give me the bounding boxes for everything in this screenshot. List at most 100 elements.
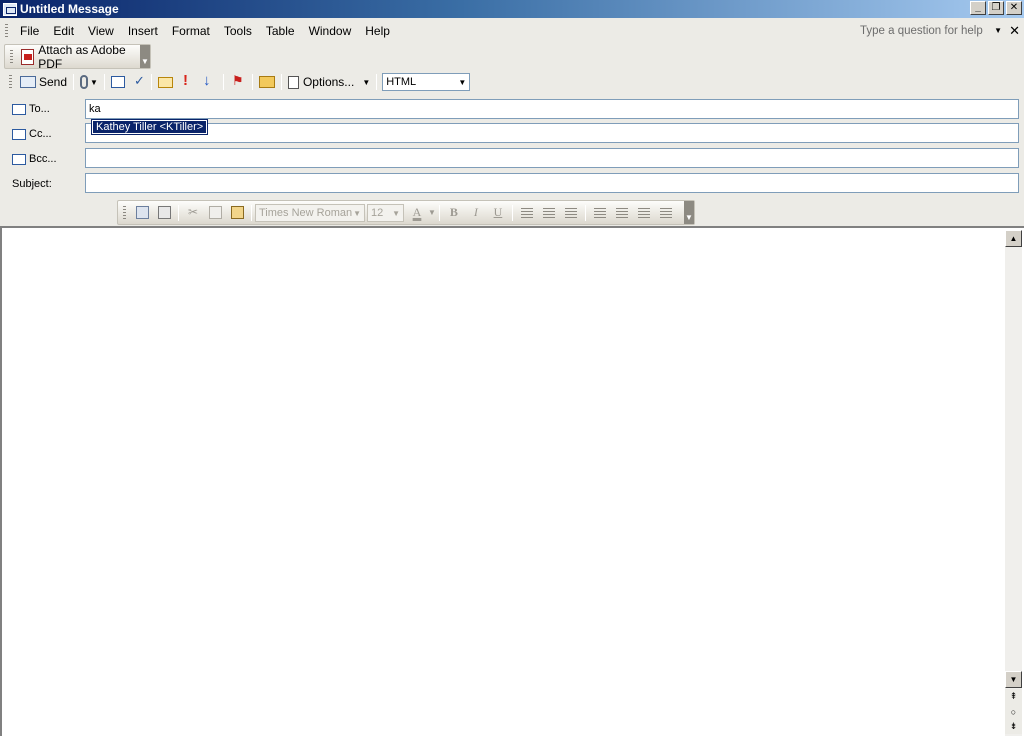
attach-as-pdf-label: Attach as Adobe PDF [38,42,126,71]
message-format-select[interactable]: HTML ▼ [382,73,471,91]
check-names-icon [131,73,145,89]
toolbar-options-chevron-icon[interactable]: ▼ [140,45,150,68]
message-format-value: HTML [386,76,417,88]
align-left-icon [520,207,533,218]
message-body-editor[interactable] [0,226,1024,736]
attach-as-pdf-button[interactable]: Attach as Adobe PDF [18,43,150,71]
underline-button[interactable]: U [487,205,509,220]
window-controls: _ ❐ ✕ [970,1,1022,15]
minimize-button[interactable]: _ [970,1,986,15]
numbering-button[interactable] [589,206,611,220]
help-dropdown-icon[interactable]: ▼ [994,26,1002,35]
to-label: To... [29,103,50,115]
print-button[interactable] [153,206,175,220]
scroll-down-icon[interactable]: ▼ [1005,671,1022,688]
signature-button[interactable] [155,72,176,92]
menu-edit[interactable]: Edit [46,21,81,41]
paste-button[interactable] [226,206,248,220]
bullets-icon [615,207,628,218]
cc-button[interactable]: Cc... [12,125,52,143]
options-button[interactable]: Options... ▼ [285,72,373,92]
align-left-button[interactable] [516,206,538,220]
address-book-icon [12,103,26,115]
cc-label: Cc... [29,128,52,140]
formatting-toolbar-grip[interactable] [123,205,126,220]
print-icon [157,206,171,219]
permission-button[interactable] [256,72,278,92]
address-book-icon [12,153,26,165]
align-center-button[interactable] [538,206,560,220]
bcc-button[interactable]: Bcc... [12,150,57,168]
font-name-dropdown-icon[interactable]: ▼ [353,209,361,218]
send-button[interactable]: Send [17,72,70,92]
select-browse-object-icon[interactable]: ○ [1005,704,1022,719]
next-page-icon[interactable]: ⇟ [1005,719,1022,734]
increase-indent-button[interactable] [655,206,677,220]
importance-high-button[interactable] [176,72,198,92]
menu-format[interactable]: Format [165,21,217,41]
toolbar-separator [280,74,282,90]
copy-icon [208,206,222,219]
increase-indent-icon [659,207,672,218]
subject-field[interactable] [85,173,1019,193]
toolbar-separator [251,204,252,221]
follow-up-flag-button[interactable] [227,72,249,92]
previous-page-icon[interactable]: ⇞ [1005,689,1022,704]
to-button[interactable]: To... [12,100,50,118]
font-size-select[interactable]: 12 ▼ [367,203,404,222]
decrease-indent-icon [637,207,650,218]
bullets-button[interactable] [611,206,633,220]
menu-view[interactable]: View [81,21,121,41]
to-field[interactable]: ka [85,99,1019,119]
menu-tools[interactable]: Tools [217,21,259,41]
font-size-dropdown-icon[interactable]: ▼ [392,209,400,218]
menu-file[interactable]: File [13,21,46,41]
menu-insert[interactable]: Insert [121,21,165,41]
cut-icon[interactable]: ✂ [182,205,204,220]
font-size-value: 12 [371,206,384,219]
bcc-label: Bcc... [29,153,57,165]
font-color-dropdown-icon[interactable]: ▼ [428,208,436,217]
font-name-value: Times New Roman [259,206,353,219]
check-names-button[interactable] [128,72,148,92]
restore-button[interactable]: ❐ [988,1,1004,15]
font-name-select[interactable]: Times New Roman ▼ [255,203,365,222]
vertical-scrollbar[interactable]: ▲ ▼ ⇞ ○ ⇟ [1005,230,1022,736]
save-icon [135,206,149,219]
importance-low-icon [201,72,217,90]
options-dropdown-icon[interactable]: ▼ [362,78,370,87]
menu-bar-grip[interactable] [5,23,8,38]
address-book-button[interactable] [108,72,128,92]
toolbar-separator [103,74,105,90]
copy-button[interactable] [204,206,226,220]
importance-low-button[interactable] [198,72,220,92]
help-question-box[interactable]: Type a question for help ▼ [854,22,1004,39]
menu-table[interactable]: Table [259,21,302,41]
autocomplete-suggestion[interactable]: Kathey Tiller <KTiller> [90,119,209,135]
save-button[interactable] [131,206,153,220]
menu-help[interactable]: Help [358,21,397,41]
italic-button[interactable]: I [465,205,487,220]
toolbar-options-chevron-icon[interactable]: ▼ [684,201,694,224]
pdf-icon [20,48,35,65]
pdf-toolbar-grip[interactable] [10,49,13,64]
cc-field[interactable] [85,123,1019,143]
scroll-up-icon[interactable]: ▲ [1005,230,1022,247]
align-right-button[interactable] [560,206,582,220]
standard-toolbar-grip[interactable] [9,75,12,89]
subject-label: Subject: [12,178,52,190]
close-document-button[interactable]: ✕ [1009,23,1020,39]
bold-button[interactable]: B [443,205,465,220]
toolbar-separator [222,74,224,90]
paste-icon [230,206,244,219]
menu-window[interactable]: Window [302,21,359,41]
decrease-indent-button[interactable] [633,206,655,220]
close-button[interactable]: ✕ [1006,1,1022,15]
attach-dropdown-icon[interactable]: ▼ [90,78,98,87]
font-color-button[interactable]: A [408,205,426,220]
bcc-field[interactable] [85,148,1019,168]
message-format-dropdown-icon[interactable]: ▼ [458,78,466,87]
attach-file-button[interactable]: ▼ [77,72,101,92]
address-book-icon [110,76,125,88]
toolbar-separator [511,204,513,221]
